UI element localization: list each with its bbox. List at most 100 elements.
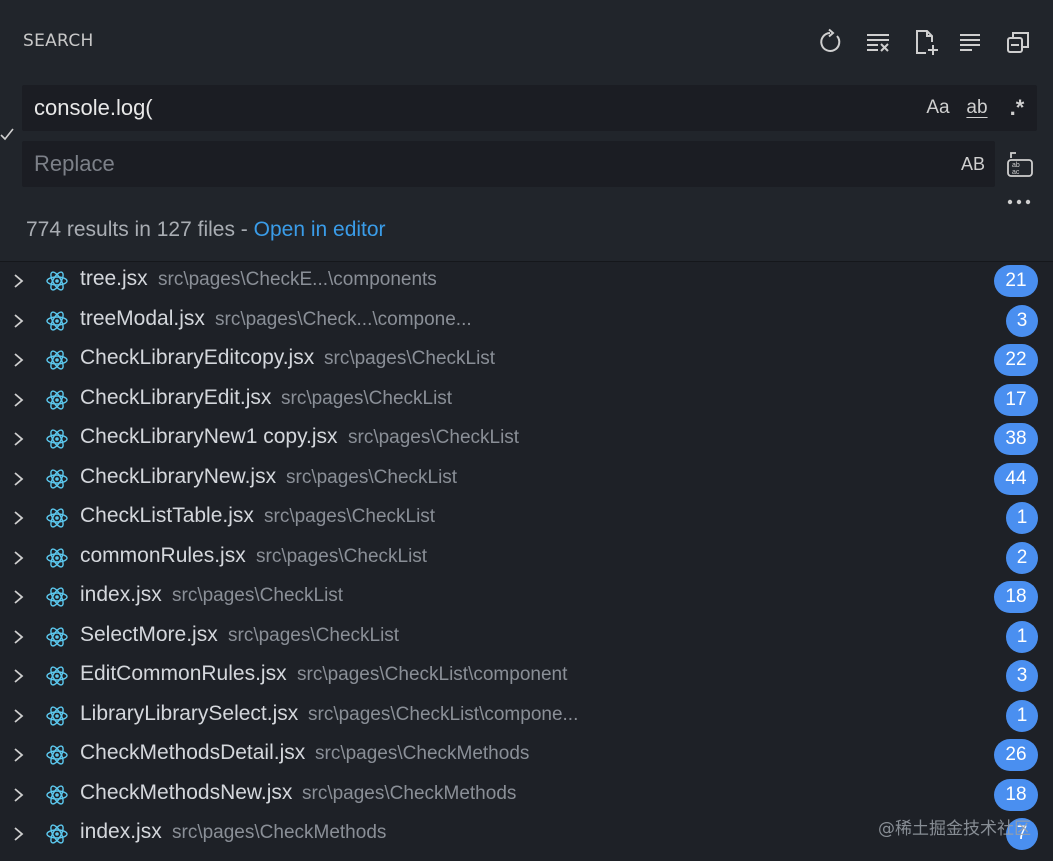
replace-field-container: AB <box>22 141 995 187</box>
result-file-path: src\pages\Check...\compone... <box>215 308 472 330</box>
result-file-name: EditCommonRules.jsx <box>80 662 287 685</box>
new-search-editor-button[interactable] <box>908 24 944 60</box>
result-file-row[interactable]: LibraryLibrarySelect.jsx src\pages\CheckL… <box>0 697 1053 736</box>
chevron-right-icon[interactable] <box>10 430 26 448</box>
react-file-icon <box>46 587 68 607</box>
result-file-name: LibraryLibrarySelect.jsx <box>80 701 299 725</box>
list-icon <box>960 34 980 51</box>
svg-text:ab: ab <box>1012 162 1020 169</box>
chevron-right-icon[interactable] <box>10 746 26 764</box>
result-count-badge: 38 <box>994 423 1038 455</box>
panel-title: SEARCH <box>23 31 94 51</box>
result-file-row[interactable]: treeModal.jsx src\pages\Check...\compone.… <box>0 302 1053 341</box>
result-file-name: tree.jsx <box>80 267 148 290</box>
react-file-icon <box>46 429 68 449</box>
whole-word-toggle[interactable]: ab <box>958 93 996 123</box>
react-file-icon <box>46 389 68 410</box>
chevron-right-icon[interactable] <box>10 470 26 488</box>
react-file-icon <box>46 310 68 331</box>
result-count-badge: 1 <box>1006 502 1038 534</box>
react-file-icon <box>46 745 68 765</box>
result-file-path: src\pages\CheckList\compone... <box>308 703 579 725</box>
search-panel-header: SEARCH <box>0 0 1053 84</box>
result-file-row[interactable]: CheckLibraryNew1 copy.jsx src\pages\Check… <box>0 420 1053 459</box>
result-file-row[interactable]: EditCommonRules.jsx src\pages\CheckList\c… <box>0 657 1053 696</box>
replace-toggle-check-icon[interactable] <box>0 126 14 142</box>
watermark: @稀土掘金技术社区 <box>878 819 1031 839</box>
search-input[interactable] <box>34 93 914 123</box>
result-file-row[interactable]: CheckMethodsDetail.jsx src\pages\CheckMet… <box>0 736 1053 775</box>
result-file-name: CheckLibraryNew1 copy.jsx <box>80 425 338 448</box>
react-file-icon <box>46 784 68 805</box>
result-file-path: src\pages\CheckList <box>172 585 344 606</box>
result-count-badge: 17 <box>994 383 1038 416</box>
result-file-row[interactable]: CheckLibraryEdit.jsx src\pages\CheckList 1… <box>0 381 1053 420</box>
chevron-right-icon[interactable] <box>10 312 26 330</box>
chevron-right-icon[interactable] <box>10 549 26 567</box>
chevron-right-icon[interactable] <box>10 588 26 606</box>
chevron-right-icon[interactable] <box>10 272 26 290</box>
search-field-container: Aa ab .* <box>22 85 1037 131</box>
chevron-right-icon[interactable] <box>10 786 26 804</box>
result-file-row[interactable]: index.jsx src\pages\CheckList 18 <box>0 578 1053 617</box>
regex-toggle[interactable]: .* <box>1000 93 1034 123</box>
collapse-all-button[interactable] <box>1000 24 1036 60</box>
chevron-right-icon[interactable] <box>10 509 26 527</box>
result-file-name: CheckLibraryEditcopy.jsx <box>80 346 315 369</box>
react-file-icon <box>46 547 68 568</box>
react-file-icon <box>46 666 68 686</box>
result-file-path: src\pages\CheckList <box>348 427 520 448</box>
more-actions-icon[interactable] <box>1003 188 1037 216</box>
result-file-path: src\pages\CheckList <box>281 387 453 409</box>
match-case-toggle[interactable]: Aa <box>922 93 954 123</box>
result-file-path: src\pages\CheckList <box>264 506 436 527</box>
results-summary: 774 results in 127 files - Open in edito… <box>26 218 386 242</box>
result-file-name: index.jsx <box>80 820 162 843</box>
react-file-icon <box>46 468 68 489</box>
refresh-button[interactable] <box>812 24 848 60</box>
result-file-name: commonRules.jsx <box>80 543 246 567</box>
chevron-right-icon[interactable] <box>10 391 26 409</box>
result-file-name: CheckLibraryNew.jsx <box>80 464 277 488</box>
result-count-badge: 2 <box>1006 541 1038 574</box>
result-file-row[interactable]: SelectMore.jsx src\pages\CheckList 1 <box>0 618 1053 657</box>
result-file-row[interactable]: commonRules.jsx src\pages\CheckList 2 <box>0 539 1053 578</box>
view-as-tree-button[interactable] <box>952 24 988 60</box>
whole-word-label: ab <box>966 97 988 118</box>
regex-label: .* <box>1009 95 1025 120</box>
preserve-case-toggle[interactable]: AB <box>956 149 990 179</box>
refresh-icon <box>820 28 841 52</box>
open-in-editor-link[interactable]: Open in editor <box>254 218 386 241</box>
result-count-badge: 1 <box>1006 699 1038 732</box>
chevron-right-icon[interactable] <box>10 825 26 843</box>
replace-input[interactable] <box>34 149 914 179</box>
result-count-badge: 3 <box>1006 660 1038 692</box>
result-file-name: CheckListTable.jsx <box>80 504 254 527</box>
result-count-badge: 21 <box>994 265 1038 297</box>
result-file-row[interactable]: tree.jsx src\pages\CheckE...\components 21 <box>0 262 1053 301</box>
chevron-right-icon[interactable] <box>10 707 26 725</box>
result-count-badge: 18 <box>994 778 1038 811</box>
chevron-right-icon[interactable] <box>10 351 26 369</box>
clear-results-button[interactable] <box>860 24 896 60</box>
result-count-badge: 1 <box>1006 620 1038 653</box>
result-file-row[interactable]: CheckLibraryEditcopy.jsx src\pages\CheckL… <box>0 341 1053 380</box>
replace-all-icon: ab ac <box>1007 152 1033 177</box>
result-file-row[interactable]: CheckListTable.jsx src\pages\CheckList 1 <box>0 499 1053 538</box>
result-file-row[interactable]: CheckLibraryNew.jsx src\pages\CheckList 44 <box>0 460 1053 499</box>
result-file-name: CheckMethodsDetail.jsx <box>80 741 306 764</box>
chevron-right-icon[interactable] <box>10 628 26 646</box>
result-file-row[interactable]: CheckMethodsNew.jsx src\pages\CheckMethod… <box>0 776 1053 815</box>
chevron-right-icon[interactable] <box>10 667 26 685</box>
result-file-path: src\pages\CheckMethods <box>172 822 387 843</box>
svg-text:ac: ac <box>1012 169 1020 176</box>
react-file-icon <box>46 350 68 370</box>
result-file-name: treeModal.jsx <box>80 306 205 330</box>
results-count-text: 774 results in 127 files - <box>26 218 254 241</box>
result-file-name: index.jsx <box>80 583 162 606</box>
react-file-icon <box>46 626 68 647</box>
result-file-path: src\pages\CheckList <box>286 466 458 488</box>
new-file-icon <box>916 30 938 55</box>
result-file-path: src\pages\CheckList <box>324 348 496 369</box>
replace-all-button[interactable]: ab ac <box>1003 148 1037 182</box>
